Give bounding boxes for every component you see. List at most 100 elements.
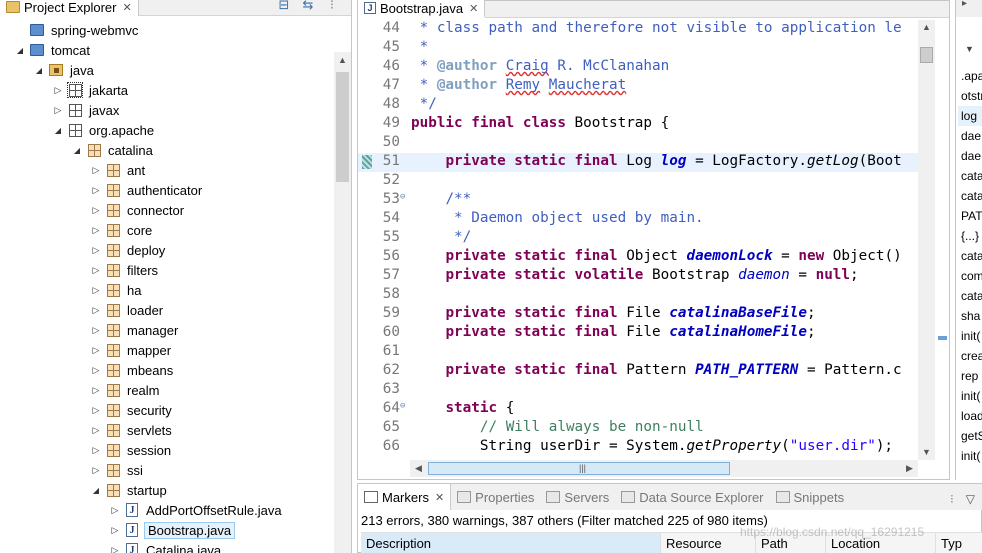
tree-item[interactable]: ▷ authenticator	[90, 180, 204, 200]
code-line[interactable]: 48 */	[358, 96, 918, 115]
tree-item[interactable]: ▷ J AddPortOffsetRule.java	[109, 500, 284, 520]
outline-item[interactable]: init(	[961, 386, 980, 406]
code-line[interactable]: 55 */	[358, 229, 918, 248]
chevron-down-icon[interactable]: ▼	[965, 44, 974, 54]
close-icon[interactable]: ✕	[435, 491, 444, 504]
expand-arrow-icon[interactable]: ▷	[90, 305, 102, 316]
code-line[interactable]: 65 // Will always be non-null	[358, 419, 918, 438]
expand-arrow-icon[interactable]: ▷	[52, 85, 64, 96]
tree-item[interactable]: ▷ manager	[90, 320, 180, 340]
outline-item[interactable]: log	[958, 106, 982, 126]
tab-markers[interactable]: Markers ✕	[358, 484, 452, 510]
column-header-description[interactable]: Description	[361, 533, 661, 553]
occurrence-marker[interactable]	[938, 336, 947, 340]
tree-item[interactable]: ▷ core	[90, 220, 154, 240]
tree-item[interactable]: ◢ java	[33, 60, 96, 80]
tree-item[interactable]: ▷ mbeans	[90, 360, 175, 380]
code-line[interactable]: 53 ⊖ /**	[358, 191, 918, 210]
tree-item[interactable]: ▷ J Catalina.java	[109, 540, 223, 553]
expand-arrow-icon[interactable]: ▷	[90, 465, 102, 476]
collapse-arrow-icon[interactable]: ◢	[14, 46, 26, 55]
code-line[interactable]: 58	[358, 286, 918, 305]
outline-item[interactable]: cata	[961, 286, 982, 306]
code-line[interactable]: 62 private static final Pattern PATH_PAT…	[358, 362, 918, 381]
outline-item[interactable]: PAT	[961, 206, 982, 226]
expand-arrow-icon[interactable]: ▷	[90, 185, 102, 196]
outline-item[interactable]: load	[961, 406, 982, 426]
tab-snippets[interactable]: Snippets	[770, 484, 851, 510]
tree-item[interactable]: ▷ ant	[90, 160, 147, 180]
tree-item[interactable]: ▷ session	[90, 440, 173, 460]
overview-ruler[interactable]	[935, 20, 949, 460]
outline-item[interactable]: getS	[961, 426, 982, 446]
outline-item[interactable]: cata	[961, 166, 982, 186]
collapse-all-icon[interactable]: ⊟	[277, 0, 291, 13]
outline-item[interactable]: cata	[961, 246, 982, 266]
occurrence-marker-icon[interactable]	[362, 155, 372, 169]
outline-item[interactable]: init(	[961, 446, 980, 466]
collapse-arrow-icon[interactable]: ◢	[71, 146, 83, 155]
expand-arrow-icon[interactable]: ▷	[109, 545, 121, 553]
code-line[interactable]: 45 *	[358, 39, 918, 58]
tree-item[interactable]: ▷ connector	[90, 200, 186, 220]
expand-arrow-icon[interactable]: ▷	[90, 225, 102, 236]
project-tree[interactable]: spring-webmvc ◢ tomcat ◢ java ▷ jakarta ▷ javax ◢…	[0, 20, 334, 553]
code-line[interactable]: 66 String userDir = System.getProperty("…	[358, 438, 918, 457]
code-line[interactable]: 54 * Daemon object used by main.	[358, 210, 918, 229]
code-line[interactable]: 47 * @author Remy Maucherat	[358, 77, 918, 96]
fold-toggle-icon[interactable]: ⊖	[400, 401, 405, 411]
expand-arrow-icon[interactable]: ▷	[90, 425, 102, 436]
explorer-scrollbar[interactable]: ▲	[334, 52, 351, 553]
expand-arrow-icon[interactable]: ▷	[90, 345, 102, 356]
outline-item[interactable]: rep	[961, 366, 978, 386]
expand-arrow-icon[interactable]: ▷	[90, 245, 102, 256]
tree-item[interactable]: ◢ catalina	[71, 140, 155, 160]
scroll-left-icon[interactable]: ◀	[410, 460, 427, 477]
code-line[interactable]: 60 private static final File catalinaHom…	[358, 324, 918, 343]
expand-arrow-icon[interactable]: ▷	[90, 285, 102, 296]
scrollbar-thumb[interactable]: |||	[428, 462, 730, 475]
code-line[interactable]: 64 ⊖ static {	[358, 400, 918, 419]
minimize-icon[interactable]: ▽	[966, 492, 975, 506]
expand-arrow-icon[interactable]: ▷	[90, 445, 102, 456]
scroll-up-icon[interactable]: ▲	[918, 20, 935, 35]
outline-menu-icon[interactable]: ▸	[962, 0, 967, 9]
tree-item[interactable]: ▷ loader	[90, 300, 165, 320]
expand-arrow-icon[interactable]: ▷	[90, 165, 102, 176]
code-line[interactable]: 50	[358, 134, 918, 153]
tab-servers[interactable]: Servers	[540, 484, 615, 510]
tree-item[interactable]: ◢ tomcat	[14, 40, 92, 60]
code-line[interactable]: 63	[358, 381, 918, 400]
tree-item[interactable]: ▷ ha	[90, 280, 143, 300]
expand-arrow-icon[interactable]: ▷	[90, 325, 102, 336]
scroll-down-icon[interactable]: ▼	[918, 445, 935, 460]
scrollbar-thumb[interactable]	[336, 72, 349, 182]
outline-item[interactable]: init(	[961, 326, 980, 346]
collapse-arrow-icon[interactable]: ◢	[33, 66, 45, 75]
tab-properties[interactable]: Properties	[451, 484, 540, 510]
tab-data-source-explorer[interactable]: Data Source Explorer	[615, 484, 769, 510]
tree-item[interactable]: ▷ deploy	[90, 240, 167, 260]
expand-arrow-icon[interactable]: ▷	[109, 505, 121, 516]
tree-item[interactable]: ▷ filters	[90, 260, 160, 280]
tree-item[interactable]: ▷ J Bootstrap.java	[109, 520, 236, 540]
outline-item[interactable]: dae	[961, 126, 981, 146]
outline-item[interactable]: .apa	[961, 66, 982, 86]
code-line[interactable]: 57 private static volatile Bootstrap dae…	[358, 267, 918, 286]
close-icon[interactable]: ✕	[122, 1, 131, 14]
code-line[interactable]: 52	[358, 172, 918, 191]
column-header-typ[interactable]: Typ	[936, 533, 982, 553]
tree-item[interactable]: ▷ jakarta	[52, 80, 130, 100]
outline-item[interactable]: sha	[961, 306, 980, 326]
tree-item[interactable]: spring-webmvc	[14, 20, 140, 40]
expand-arrow-icon[interactable]: ▷	[90, 365, 102, 376]
code-line[interactable]: 46 * @author Craig R. McClanahan	[358, 58, 918, 77]
outline-item[interactable]: dae	[961, 146, 981, 166]
editor-horizontal-scrollbar[interactable]: ◀ ||| ▶	[410, 460, 918, 477]
expand-arrow-icon[interactable]: ▷	[90, 385, 102, 396]
outline-item[interactable]: com	[961, 266, 982, 286]
expand-arrow-icon[interactable]: ▷	[52, 105, 64, 116]
code-line[interactable]: 56 private static final Object daemonLoc…	[358, 248, 918, 267]
code-area[interactable]: 44 * class path and therefore not visibl…	[358, 20, 918, 460]
link-with-editor-icon[interactable]: ⇆	[301, 0, 315, 13]
